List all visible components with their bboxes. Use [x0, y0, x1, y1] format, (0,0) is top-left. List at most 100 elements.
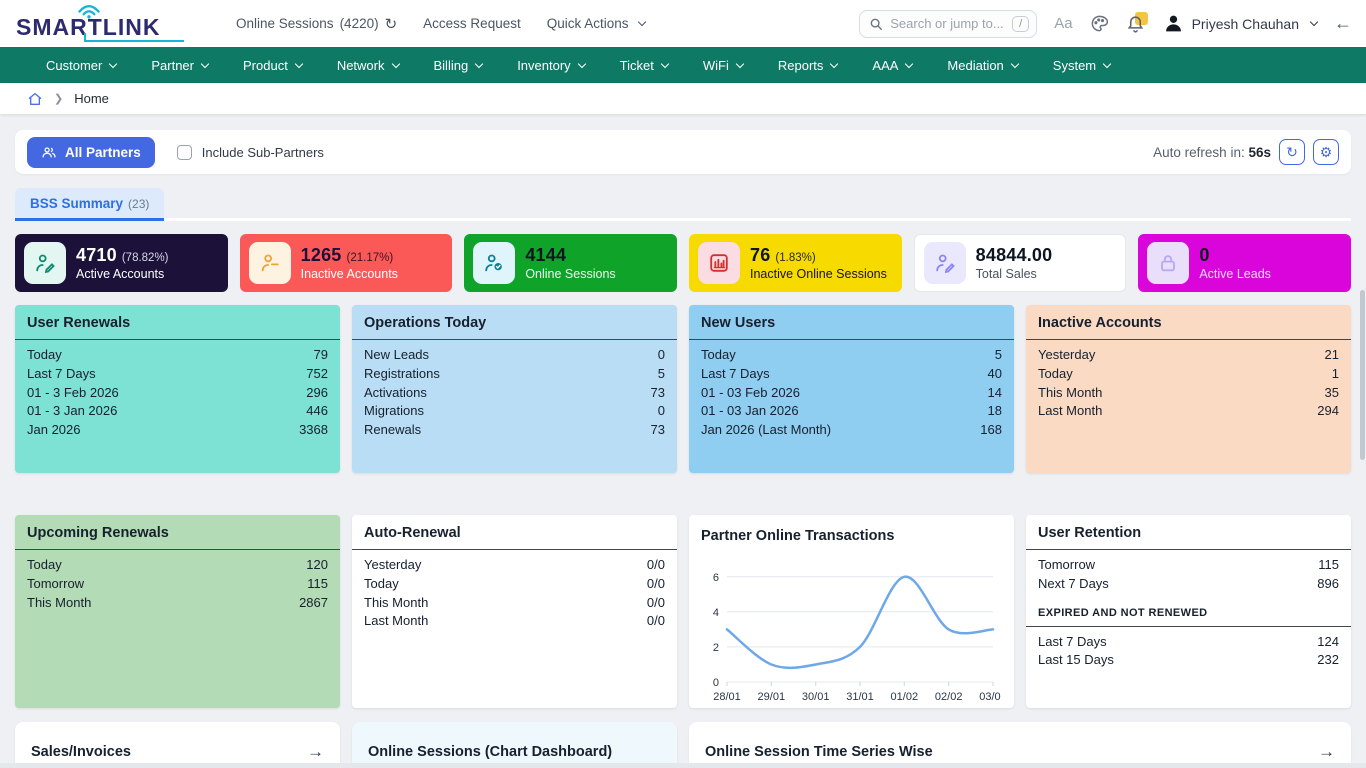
- footer-cards-row: Sales/Invoices → Online Sessions (Chart …: [15, 722, 1351, 768]
- card-sales-invoices[interactable]: Sales/Invoices →: [15, 722, 340, 768]
- access-request-link[interactable]: Access Request: [423, 16, 521, 31]
- checkbox-box[interactable]: [177, 145, 192, 160]
- chevron-down-icon: [577, 59, 585, 67]
- arrow-right-icon[interactable]: →: [1318, 742, 1335, 762]
- nav-item-wifi[interactable]: WiFi: [703, 58, 743, 73]
- svg-text:30/01: 30/01: [802, 691, 830, 703]
- nav-item-inventory[interactable]: Inventory: [517, 58, 584, 73]
- stat-row: Today120: [27, 556, 328, 575]
- svg-text:03/02: 03/02: [979, 691, 1001, 703]
- panel-user-renewals: User Renewals Today79Last 7 Days75201 - …: [15, 305, 340, 473]
- search-icon: [869, 17, 883, 31]
- stat-percent: (21.17%): [347, 252, 394, 264]
- arrow-right-icon[interactable]: →: [307, 742, 324, 762]
- nav-item-mediation[interactable]: Mediation: [947, 58, 1017, 73]
- stat-percent: (1.83%): [775, 252, 815, 264]
- summary-tabbar: BSS Summary (23): [15, 188, 1351, 221]
- stat-value: 1265: [301, 245, 342, 266]
- refresh-now-button[interactable]: ↻: [1279, 139, 1305, 165]
- stat-label: Inactive Accounts: [301, 267, 398, 281]
- chevron-down-icon: [1103, 59, 1111, 67]
- horizontal-scrollbar-track[interactable]: [0, 763, 1366, 768]
- svg-text:28/01: 28/01: [713, 691, 741, 703]
- stat-row: Yesterday0/0: [364, 556, 665, 575]
- refresh-settings-button[interactable]: ⚙: [1313, 139, 1339, 165]
- stat-card-online-sessions[interactable]: 4144 Online Sessions: [464, 234, 677, 292]
- chevron-down-icon: [905, 59, 913, 67]
- global-search[interactable]: /: [859, 10, 1037, 38]
- smartlink-logo[interactable]: SMARTLINK: [16, 6, 188, 41]
- font-size-toggle[interactable]: Aa: [1054, 15, 1072, 32]
- stat-label: Total Sales: [976, 267, 1053, 281]
- stat-row: Today1: [1038, 365, 1339, 384]
- panel-rows: Tomorrow115Next 7 Days896: [1026, 550, 1351, 594]
- search-input[interactable]: [890, 16, 1005, 31]
- panel-auto-renewal: Auto-Renewal Yesterday0/0Today0/0This Mo…: [352, 515, 677, 708]
- panel-upcoming-renewals: Upcoming Renewals Today120Tomorrow115Thi…: [15, 515, 340, 708]
- stat-label: Active Accounts: [76, 267, 169, 281]
- all-partners-button[interactable]: All Partners: [27, 137, 155, 168]
- quick-actions-menu[interactable]: Quick Actions: [547, 16, 645, 31]
- breadcrumb: ❯ Home: [0, 83, 1366, 114]
- nav-item-product[interactable]: Product: [243, 58, 302, 73]
- nav-item-network[interactable]: Network: [337, 58, 399, 73]
- stat-row: Today79: [27, 346, 328, 365]
- partner-toolbar: All Partners Include Sub-Partners Auto r…: [15, 130, 1351, 174]
- search-shortcut-badge: /: [1012, 16, 1029, 32]
- stat-row: This Month35: [1038, 384, 1339, 403]
- online-sessions-label: Online Sessions: [236, 16, 334, 31]
- stat-row: Registrations5: [364, 365, 665, 384]
- svg-text:4: 4: [713, 607, 719, 619]
- auto-refresh-countdown: 56s: [1248, 145, 1271, 160]
- stat-percent: (78.82%): [122, 252, 169, 264]
- panel-partner-online-transactions: Partner Online Transactions 024628/0129/…: [689, 515, 1014, 708]
- panel-rows: Yesterday21Today1This Month35Last Month2…: [1026, 340, 1351, 421]
- card-online-sessions-chart-dashboard[interactable]: Online Sessions (Chart Dashboard): [352, 722, 677, 768]
- online-sessions-counter[interactable]: Online Sessions (4220) ↻: [236, 15, 397, 33]
- stat-card-inactive-online-sessions[interactable]: 76(1.83%) Inactive Online Sessions: [689, 234, 902, 292]
- nav-item-system[interactable]: System: [1053, 58, 1110, 73]
- stat-value: 4710: [76, 245, 117, 266]
- stat-row: Migrations0: [364, 402, 665, 421]
- panel-title: Inactive Accounts: [1026, 305, 1351, 340]
- stat-card-active-accounts[interactable]: 4710 (78.82%) Active Accounts: [15, 234, 228, 292]
- stat-card-active-leads[interactable]: 0 Active Leads: [1138, 234, 1351, 292]
- stat-card-total-sales[interactable]: 84844.00 Total Sales: [914, 234, 1127, 292]
- partner-online-transactions-chart: 024628/0129/0130/0131/0101/0202/0203/02: [689, 552, 1014, 708]
- nav-item-customer[interactable]: Customer: [46, 58, 116, 73]
- logo-underline: [84, 40, 184, 42]
- nav-item-ticket[interactable]: Ticket: [620, 58, 668, 73]
- panel-title: New Users: [689, 305, 1014, 340]
- chevron-down-icon: [1310, 18, 1318, 26]
- nav-item-partner[interactable]: Partner: [151, 58, 208, 73]
- stat-card-inactive-accounts[interactable]: 1265 (21.17%) Inactive Accounts: [240, 234, 453, 292]
- user-name: Priyesh Chauhan: [1192, 16, 1299, 32]
- panel-rows: Today120Tomorrow115This Month2867: [15, 550, 340, 612]
- chevron-down-icon: [391, 59, 399, 67]
- nav-item-aaa[interactable]: AAA: [872, 58, 912, 73]
- breadcrumb-home[interactable]: Home: [74, 91, 109, 106]
- stat-row: Last 7 Days752: [27, 365, 328, 384]
- nav-item-reports[interactable]: Reports: [778, 58, 838, 73]
- notifications-button[interactable]: [1126, 14, 1146, 34]
- avatar-icon: [1163, 13, 1184, 34]
- theme-palette-icon[interactable]: [1090, 14, 1109, 33]
- stat-row: Last 7 Days40: [701, 365, 1002, 384]
- vertical-scrollbar-thumb[interactable]: [1360, 290, 1365, 460]
- refresh-sessions-icon[interactable]: ↻: [385, 15, 398, 33]
- stat-row: Activations73: [364, 384, 665, 403]
- nav-item-billing[interactable]: Billing: [434, 58, 483, 73]
- card-online-session-time-series[interactable]: Online Session Time Series Wise →: [689, 722, 1351, 768]
- stat-value: 0: [1199, 245, 1209, 266]
- gear-icon: ⚙: [1320, 144, 1333, 161]
- collapse-arrow-icon[interactable]: ←: [1334, 13, 1352, 34]
- tab-bss-summary[interactable]: BSS Summary (23): [15, 188, 164, 221]
- panel-new-users: New Users Today5Last 7 Days4001 - 03 Feb…: [689, 305, 1014, 473]
- user-menu[interactable]: Priyesh Chauhan: [1163, 13, 1317, 34]
- include-subpartners-checkbox[interactable]: Include Sub-Partners: [177, 145, 324, 160]
- home-icon[interactable]: [27, 91, 43, 107]
- tab-count: (23): [128, 197, 149, 211]
- lock-icon: [1147, 242, 1189, 284]
- stat-row: Renewals73: [364, 421, 665, 440]
- stat-label: Active Leads: [1199, 267, 1271, 281]
